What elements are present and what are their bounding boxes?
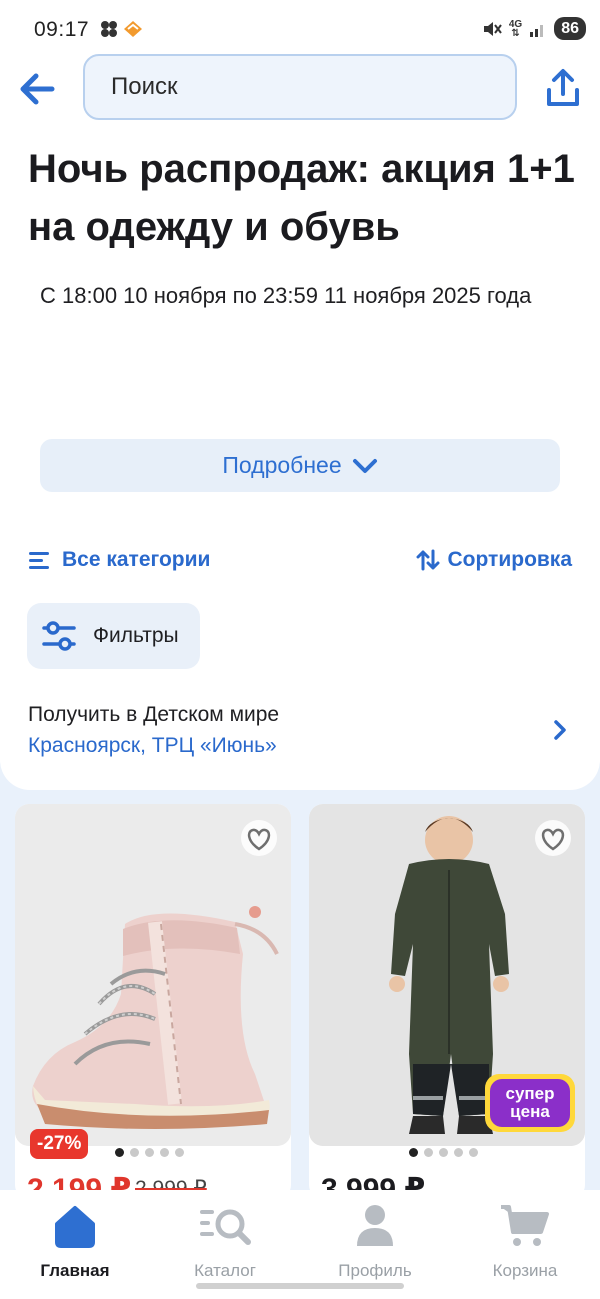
nav-catalog-label: Каталог: [194, 1261, 256, 1280]
notification-icons: [100, 20, 144, 38]
network-indicator: 4G ⇅: [508, 18, 523, 39]
promo-dates: С 18:00 10 ноября по 23:59 11 ноября 202…: [40, 283, 532, 308]
gesture-home-bar[interactable]: [196, 1283, 404, 1289]
super-price-badge: супер цена: [485, 1074, 575, 1132]
carousel-dot: [469, 1148, 478, 1157]
filters-label: Фильтры: [93, 624, 179, 647]
carousel-dot: [160, 1148, 169, 1157]
product-card[interactable]: -27% 2 199 ₽ 2 999 ₽: [15, 804, 291, 1199]
nav-cart[interactable]: Корзина: [450, 1202, 600, 1281]
clover-icon: [101, 21, 117, 37]
discount-badge: -27%: [30, 1129, 89, 1159]
heart-icon[interactable]: [533, 820, 573, 856]
chevron-right-icon[interactable]: [551, 718, 569, 742]
all-categories-label: Все категории: [62, 548, 211, 571]
status-bar: 09:17 4G ⇅ 86: [0, 0, 600, 56]
sort-label: Сортировка: [447, 548, 573, 571]
mute-icon: [483, 21, 502, 36]
battery-level: 86: [554, 17, 586, 40]
nav-cart-label: Корзина: [492, 1261, 558, 1280]
nav-home-label: Главная: [40, 1261, 110, 1280]
nav-profile-label: Профиль: [338, 1261, 412, 1280]
carousel-dot: [130, 1148, 139, 1157]
cart-icon: [501, 1205, 549, 1246]
carousel-dot: [115, 1148, 124, 1157]
product-card[interactable]: супер цена 3 999 ₽: [309, 804, 585, 1199]
filter-sliders-icon: [42, 621, 76, 651]
carousel-dot: [145, 1148, 154, 1157]
product-image-snowsuit[interactable]: супер цена: [309, 804, 585, 1146]
menu-list-icon: [29, 552, 49, 569]
heart-icon[interactable]: [239, 820, 279, 856]
search-input[interactable]: [85, 56, 515, 118]
page-title: Ночь распродаж: акция 1+1 на одежду и об…: [28, 147, 575, 249]
nav-profile[interactable]: Профиль: [300, 1202, 450, 1281]
pickup-label: Получить в Детском мире: [28, 703, 280, 726]
product-image-boot[interactable]: [15, 804, 291, 1146]
catalog-search-icon: [200, 1209, 251, 1245]
home-icon: [55, 1206, 95, 1248]
search-bar[interactable]: [83, 54, 517, 120]
carousel-dot: [424, 1148, 433, 1157]
chevron-down-icon: [352, 458, 377, 473]
pickup-store[interactable]: Красноярск, ТРЦ «Июнь»: [28, 734, 277, 758]
carousel-dot: [175, 1148, 184, 1157]
carousel-dot: [409, 1148, 418, 1157]
nav-catalog[interactable]: Каталог: [150, 1202, 300, 1281]
app-notification-icon: [124, 21, 142, 37]
sort-icon: [416, 549, 439, 571]
super-price-line2: цена: [510, 1102, 550, 1121]
filters-button[interactable]: Фильтры: [27, 603, 200, 669]
super-price-line1: супер: [505, 1084, 555, 1103]
all-categories-button[interactable]: Все категории: [28, 548, 210, 572]
nav-home[interactable]: Главная: [0, 1202, 150, 1281]
sort-button[interactable]: Сортировка: [416, 548, 573, 572]
more-details-button[interactable]: Подробнее: [40, 439, 560, 492]
image-carousel-dots: [115, 1148, 184, 1157]
profile-icon: [357, 1205, 393, 1246]
status-time: 09:17: [34, 18, 90, 41]
more-details-label: Подробнее: [222, 452, 342, 478]
carousel-dot: [454, 1148, 463, 1157]
carousel-dot: [439, 1148, 448, 1157]
system-icons: 4G ⇅ 86: [482, 17, 586, 40]
share-icon[interactable]: [545, 68, 581, 108]
signal-icon: [530, 24, 544, 37]
image-carousel-dots: [409, 1148, 478, 1157]
arrow-left-icon[interactable]: [18, 70, 56, 108]
